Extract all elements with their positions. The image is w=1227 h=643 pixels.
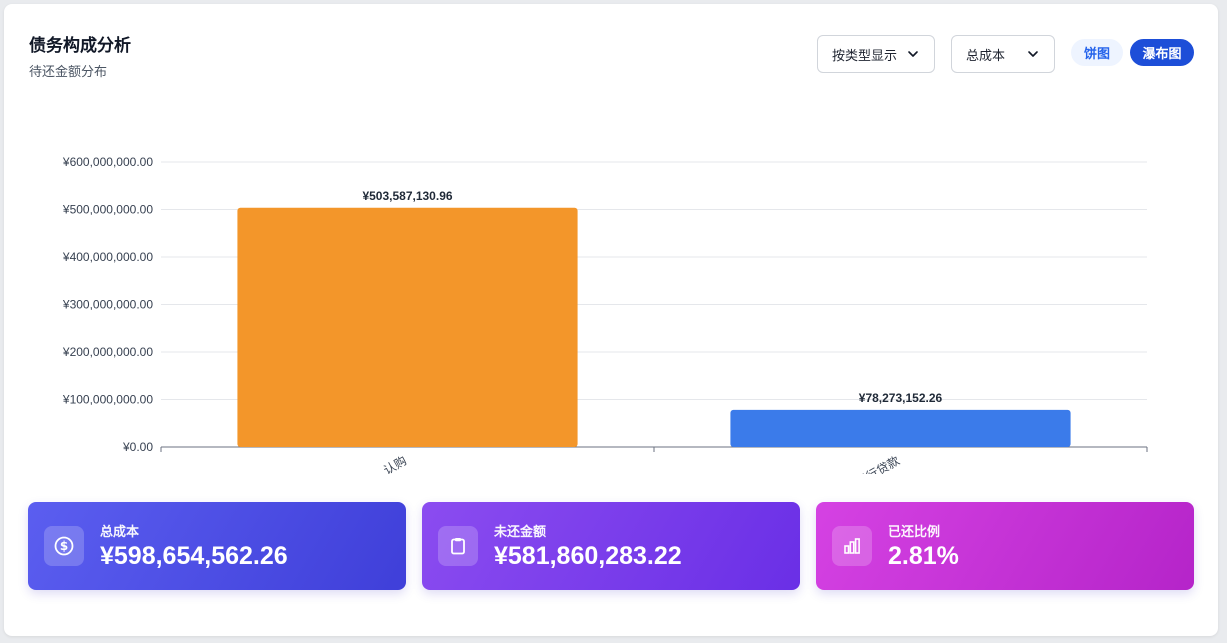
- stat-value: ¥581,860,283.22: [494, 542, 682, 570]
- page-subtitle: 待还金额分布: [29, 64, 108, 79]
- stat-card-total-cost: $ 总成本 ¥598,654,562.26: [28, 502, 406, 590]
- y-tick-label: ¥300,000,000.00: [62, 298, 153, 312]
- y-tick-label: ¥500,000,000.00: [62, 203, 153, 217]
- stat-label: 总成本: [100, 524, 140, 539]
- stat-card-outstanding: 未还金额 ¥581,860,283.22: [422, 502, 800, 590]
- stat-value: 2.81%: [888, 542, 959, 570]
- y-tick-label: ¥0.00: [122, 440, 153, 454]
- dollar-circle-icon: $: [44, 526, 84, 566]
- pie-chart-toggle[interactable]: 饼图: [1071, 39, 1123, 66]
- group-by-select[interactable]: 按类型显示: [817, 35, 935, 73]
- page-title: 债务构成分析: [29, 36, 131, 55]
- bar: [237, 207, 578, 447]
- y-tick-label: ¥400,000,000.00: [62, 250, 153, 264]
- y-tick-label: ¥100,000,000.00: [62, 393, 153, 407]
- clipboard-icon: [438, 526, 478, 566]
- bar: [730, 409, 1071, 447]
- stat-card-repaid-ratio: 已还比例 2.81%: [816, 502, 1194, 590]
- stat-label: 已还比例: [888, 524, 941, 539]
- stat-label: 未还金额: [494, 524, 547, 539]
- debt-composition-card: 债务构成分析 待还金额分布 按类型显示 总成本 饼图 瀑布图 ¥0.00 ¥100…: [4, 4, 1218, 636]
- metric-select-value: 总成本: [966, 47, 1006, 63]
- chevron-down-icon: [1028, 51, 1038, 57]
- stat-value: ¥598,654,562.26: [100, 542, 288, 570]
- debt-bar-chart: ¥0.00 ¥100,000,000.00 ¥200,000,000.00 ¥300,…: [62, 155, 1148, 474]
- group-by-select-value: 按类型显示: [832, 47, 898, 63]
- chevron-down-icon: [908, 51, 918, 57]
- metric-select[interactable]: 总成本: [951, 35, 1055, 73]
- bar-value-label: ¥503,587,130.96: [362, 189, 452, 203]
- svg-text:$: $: [60, 539, 68, 553]
- x-tick-label: 银行贷款: [853, 453, 902, 474]
- y-tick-label: ¥600,000,000.00: [62, 155, 153, 169]
- waterfall-chart-toggle[interactable]: 瀑布图: [1130, 39, 1194, 66]
- x-tick-label: 认购: [381, 453, 409, 474]
- bar-value-label: ¥78,273,152.26: [859, 391, 943, 405]
- y-tick-label: ¥200,000,000.00: [62, 345, 153, 359]
- bar-chart-icon: [832, 526, 872, 566]
